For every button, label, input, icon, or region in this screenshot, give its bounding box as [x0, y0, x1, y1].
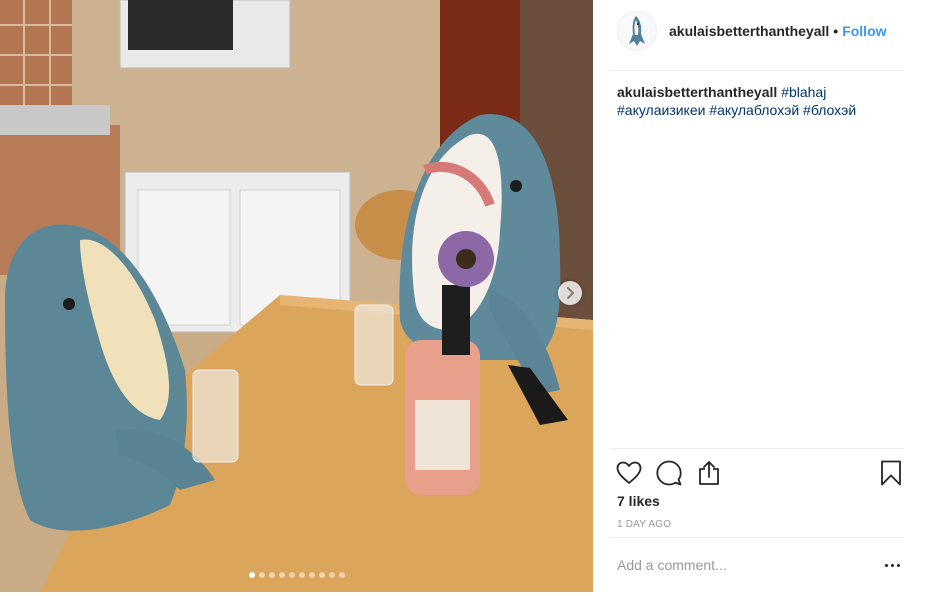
share-button[interactable]	[695, 459, 723, 487]
post-timestamp[interactable]: 1 DAY AGO	[617, 519, 671, 530]
instagram-post: akulaisbetterthantheyall • Follow akulai…	[0, 0, 926, 596]
carousel-next-button[interactable]	[558, 281, 582, 305]
save-button[interactable]	[877, 459, 905, 487]
likes-count[interactable]: 7 likes	[617, 493, 660, 509]
carousel-dot	[298, 572, 305, 578]
hashtag-link[interactable]: #акулаблохэй	[709, 102, 799, 118]
carousel-dot	[278, 572, 285, 578]
actions-divider	[609, 448, 904, 449]
heart-icon	[616, 461, 642, 484]
carousel-dot	[288, 572, 295, 578]
follow-button[interactable]: Follow	[842, 23, 886, 39]
header-divider	[609, 70, 904, 71]
post-caption: akulaisbetterthantheyall #blahaj #акулаи…	[617, 83, 897, 119]
photo-illustration	[0, 0, 593, 592]
more-options-icon-dot	[890, 563, 894, 567]
carousel-dot	[268, 572, 275, 578]
hashtag-link[interactable]: #блохэй	[803, 102, 856, 118]
carousel-indicators	[0, 572, 593, 578]
share-icon	[699, 461, 719, 485]
bookmark-icon	[881, 460, 901, 486]
more-options-icon-dot	[896, 563, 900, 567]
author-avatar[interactable]	[617, 11, 657, 51]
carousel-dot	[258, 572, 265, 578]
carousel-dot	[328, 572, 335, 578]
hashtag-link[interactable]: #blahaj	[781, 84, 826, 100]
chevron-right-icon	[567, 287, 574, 299]
carousel-dot	[338, 572, 345, 578]
carousel-dot	[308, 572, 315, 578]
more-options-icon	[884, 563, 888, 567]
hashtag-link[interactable]: #акулаизикеи	[617, 102, 705, 118]
carousel-dot	[318, 572, 325, 578]
more-options-button[interactable]	[880, 557, 904, 573]
header-separator: •	[833, 23, 839, 39]
post-side-panel: akulaisbetterthantheyall • Follow akulai…	[593, 0, 926, 596]
caption-username[interactable]: akulaisbetterthantheyall	[617, 84, 777, 100]
post-photo[interactable]	[0, 0, 593, 592]
carousel-dot	[248, 572, 255, 578]
action-bar	[615, 459, 907, 487]
shark-avatar-icon	[629, 16, 645, 46]
author-username[interactable]: akulaisbetterthantheyall	[669, 23, 829, 39]
comment-input[interactable]	[617, 556, 867, 574]
comment-divider	[609, 537, 904, 538]
like-button[interactable]	[615, 459, 643, 487]
comment-button[interactable]	[655, 459, 683, 487]
post-header: akulaisbetterthantheyall • Follow	[617, 11, 903, 51]
comment-icon	[656, 460, 682, 486]
